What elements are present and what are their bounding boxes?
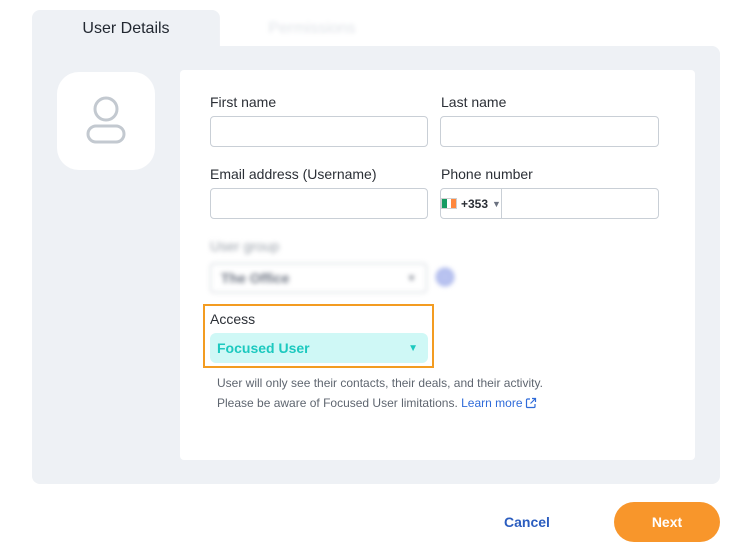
first-name-input[interactable] (210, 116, 428, 147)
user-icon (86, 96, 126, 144)
chevron-down-icon: ▼ (408, 342, 418, 354)
access-help-text: User will only see their contacts, their… (217, 376, 543, 390)
access-highlight: Access Focused User ▼ (203, 304, 434, 368)
tab-user-details-label: User Details (82, 20, 170, 37)
external-link-icon (525, 397, 536, 409)
access-help-text-2: Please be aware of Focused User limitati… (217, 396, 537, 410)
user-group-label: User group (210, 238, 280, 254)
phone-field: +353 ▼ (440, 188, 703, 219)
first-name-label: First name (210, 94, 277, 110)
tab-permissions[interactable]: Permissions (222, 10, 402, 48)
next-button[interactable]: Next (614, 502, 720, 542)
cancel-button[interactable]: Cancel (490, 506, 564, 538)
user-details-panel: First name Last name Email address (User… (32, 46, 720, 484)
last-name-label: Last name (441, 94, 507, 110)
chevron-down-icon: ▼ (407, 273, 416, 283)
email-input[interactable] (210, 188, 428, 219)
learn-more-link[interactable]: Learn more (461, 396, 536, 410)
ireland-flag-icon (441, 198, 457, 209)
email-label: Email address (Username) (210, 166, 377, 182)
last-name-input[interactable] (440, 116, 659, 147)
user-group-value: The Office (221, 270, 290, 286)
chevron-down-icon: ▼ (492, 198, 501, 209)
access-label: Access (210, 311, 256, 327)
access-value: Focused User (217, 340, 310, 356)
tab-permissions-label: Permissions (268, 20, 356, 37)
country-code-value: +353 (461, 196, 489, 211)
user-group-select[interactable]: The Office ▼ (210, 263, 427, 293)
phone-input[interactable] (501, 189, 703, 218)
info-icon[interactable] (436, 268, 454, 286)
phone-label: Phone number (441, 166, 533, 182)
user-form: First name Last name Email address (User… (180, 70, 703, 460)
access-select[interactable]: Focused User ▼ (210, 333, 428, 363)
country-code-select[interactable]: +353 ▼ (441, 189, 502, 218)
avatar-placeholder[interactable] (57, 72, 155, 170)
access-help-limitations: Please be aware of Focused User limitati… (217, 396, 458, 410)
tab-user-details[interactable]: User Details (32, 10, 220, 48)
learn-more-label: Learn more (461, 396, 523, 410)
